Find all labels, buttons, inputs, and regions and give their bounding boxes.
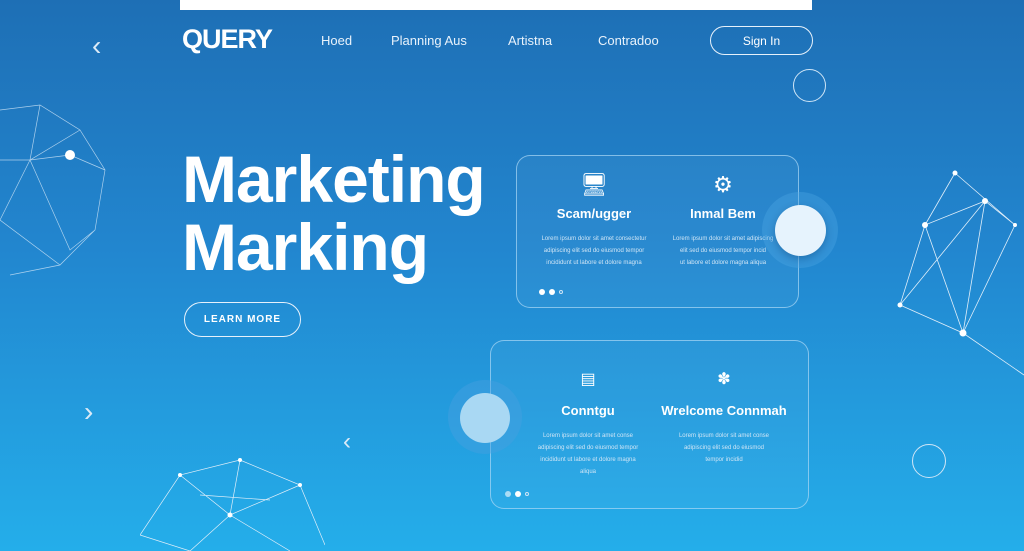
hero-line-1: Marketing (182, 142, 486, 216)
feature-text: adipiscing elit sed do eiusmod (683, 445, 765, 451)
carousel-dots[interactable] (539, 289, 563, 295)
feature-card: 🖥 Scam/ugger Lorem ipsum dolor sit amet … (516, 155, 799, 308)
hero-line-2: Marking (182, 210, 429, 284)
feature-text: aliqua (579, 469, 596, 475)
chevron-right-icon[interactable]: › (84, 396, 93, 428)
monitor-icon: 🖥 (580, 172, 608, 197)
slider-knob[interactable] (775, 205, 826, 256)
feature-text: incididunt ut labore et dolore magna (540, 457, 636, 463)
feature-text: incididunt ut labore et dolore magna (546, 260, 642, 266)
feature-text: Lorem ipsum dolor sit amet consectetur (541, 236, 647, 242)
feature-text: tempor incidid (705, 457, 743, 463)
network-globe-decoration (0, 104, 106, 276)
network-decoration (897, 170, 1024, 376)
top-bar (180, 0, 812, 10)
feature-text: ut labore et dolore magna aliqua (679, 260, 767, 266)
network-badge-icon (793, 69, 826, 102)
feature-text: Lorem ipsum dolor sit amet conse (678, 433, 770, 439)
feature-text: adipiscing elit sed do eiusmod tempor (543, 248, 645, 254)
nav-item-home[interactable]: Hoed (321, 33, 352, 48)
feature-column: 🖥 Scam/ugger Lorem ipsum dolor sit amet … (524, 172, 664, 269)
feature-title: Conntgu (561, 403, 615, 418)
feature-title: Wrelcome Connmah (661, 403, 787, 418)
feature-title: Scam/ugger (556, 206, 632, 221)
nav-item-artists[interactable]: Artistna (508, 33, 552, 48)
gears-icon: ⚙ (713, 172, 733, 197)
feature-text: adipiscing elit sed do eiusmod tempor (537, 445, 639, 451)
learn-more-button[interactable]: LEARN MORE (184, 302, 301, 337)
slider-knob[interactable] (460, 393, 510, 443)
network-badge-icon (912, 444, 946, 478)
chevron-left-icon[interactable]: ‹ (92, 30, 101, 62)
router-icon: ▤ (580, 371, 596, 388)
network-globe-decoration (140, 458, 325, 551)
feature-column: ✽ Wrelcome Connmah Lorem ipsum dolor sit… (654, 369, 794, 466)
hero-title: Marketing Marking (182, 142, 486, 284)
logo[interactable]: QUERY (182, 24, 273, 55)
chevron-left-icon[interactable]: ‹ (343, 428, 351, 456)
carousel-dots[interactable] (505, 491, 529, 497)
nav-item-contact[interactable]: Contradoo (598, 33, 659, 48)
nav-item-planning[interactable]: Planning Aus (391, 33, 467, 48)
feature-column: ▤ Conntgu Lorem ipsum dolor sit amet con… (518, 369, 658, 478)
feature-card: ▤ Conntgu Lorem ipsum dolor sit amet con… (490, 340, 809, 509)
people-icon: ✽ (717, 371, 731, 388)
feature-text: Lorem ipsum dolor sit amet conse (542, 433, 634, 439)
sign-in-button[interactable]: Sign In (710, 26, 813, 55)
